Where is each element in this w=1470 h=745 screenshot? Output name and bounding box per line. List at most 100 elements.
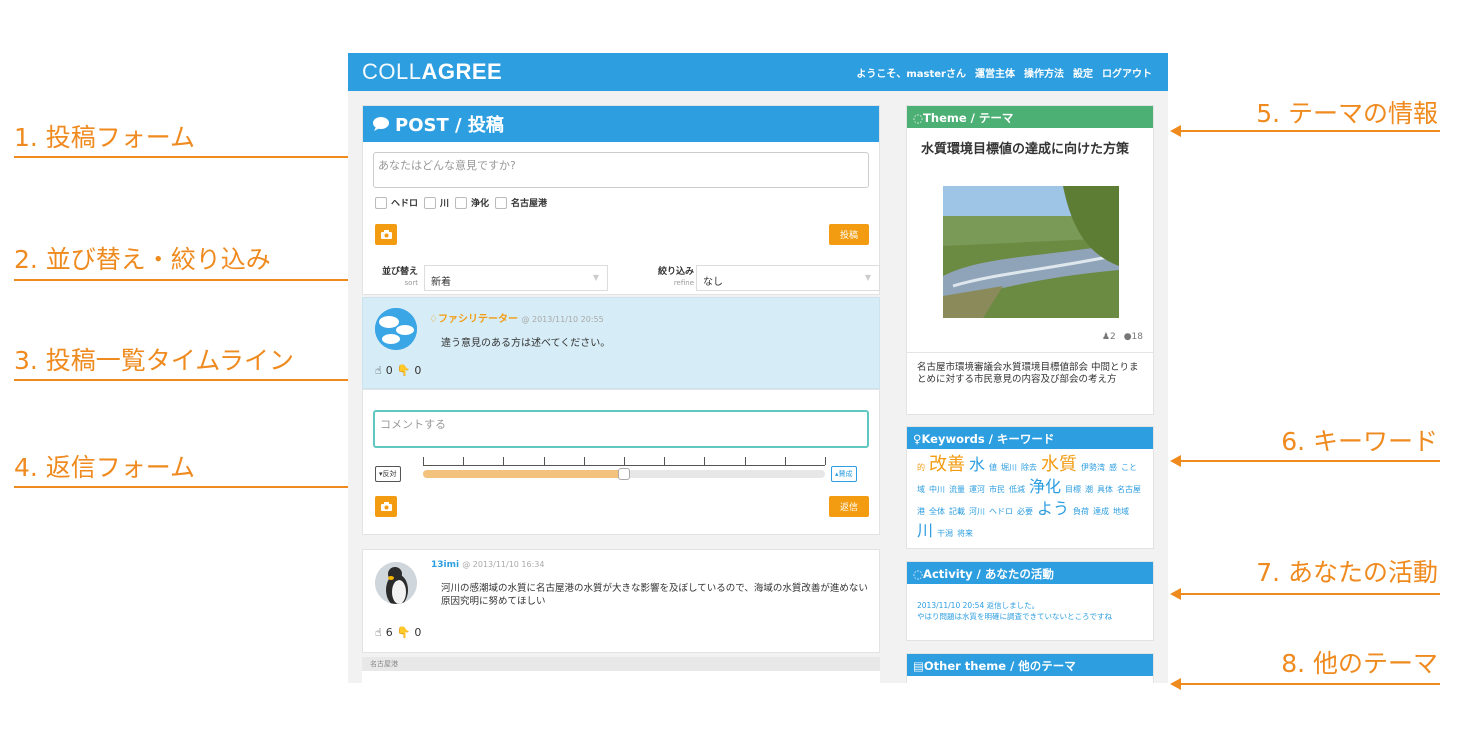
keyword[interactable]: 潮 (1085, 485, 1093, 494)
keyword[interactable]: よう (1037, 499, 1069, 518)
tag-kawa[interactable]: 川 (424, 196, 449, 209)
speech-bubble-icon (373, 117, 389, 131)
post-input[interactable]: あなたはどんな意見ですか? (373, 152, 869, 188)
post-author[interactable]: ♢ファシリテーター @ 2013/11/10 20:55 (429, 310, 604, 325)
refine-value: なし (703, 277, 723, 288)
avatar[interactable] (375, 308, 417, 350)
tag-nagoyako[interactable]: 名古屋港 (495, 196, 547, 209)
sort-value: 新着 (431, 277, 451, 288)
slider-tick (423, 457, 424, 465)
post-tag[interactable]: 名古屋港 (362, 657, 880, 671)
keyword[interactable]: 港 (917, 507, 925, 516)
arrow-left-icon (1170, 678, 1181, 690)
nav-howto[interactable]: 操作方法 (1024, 65, 1064, 80)
slider-tick (744, 457, 746, 465)
keyword[interactable]: 値 (989, 463, 997, 472)
keyword[interactable]: 堀川 (1001, 463, 1017, 472)
keyword[interactable]: 低減 (1009, 485, 1025, 494)
other-theme-heading: Other theme / 他のテーマ (923, 659, 1076, 673)
thumbs-up-icon[interactable]: ☝ (375, 364, 382, 377)
keyword[interactable]: こと (1121, 463, 1137, 472)
arrow-left-icon (1170, 455, 1181, 467)
agreement-slider[interactable] (423, 457, 826, 480)
annotation-label: 4. 返信フォーム (14, 453, 196, 482)
keyword[interactable]: 川 (917, 521, 933, 540)
keyword[interactable]: 干潟 (937, 529, 953, 538)
camera-button[interactable] (375, 224, 397, 245)
checkbox[interactable] (495, 196, 508, 209)
activity-time: 2013/11/10 20:54 返信しました。 (917, 601, 1040, 610)
keyword[interactable]: 感 (1109, 463, 1117, 472)
sort-select[interactable]: 新着 ▼ (424, 265, 608, 291)
keyword[interactable]: 中川 (929, 485, 945, 494)
keyword[interactable]: 運河 (969, 485, 985, 494)
penguin-avatar-image (375, 562, 417, 604)
annotation-label: 7. あなたの活動 (1256, 558, 1438, 587)
keyword[interactable]: 水質 (1041, 454, 1077, 475)
keyword[interactable]: 水 (969, 455, 985, 474)
annotation-label: 3. 投稿一覧タイムライン (14, 346, 295, 375)
keyword[interactable]: 地域 (1113, 507, 1129, 516)
keyword[interactable]: 将来 (957, 529, 973, 538)
keyword[interactable]: 伊勢湾 (1081, 463, 1105, 472)
keyword[interactable]: 除去 (1021, 463, 1037, 472)
agree-button[interactable]: ▴賛成 (831, 466, 857, 482)
thumbs-down-icon[interactable]: 👇 (397, 364, 411, 377)
keyword[interactable]: 的 (917, 463, 925, 472)
camera-button[interactable] (375, 496, 397, 517)
refine-select[interactable]: なし ▼ (696, 265, 880, 291)
keyword[interactable]: 目標 (1065, 485, 1081, 494)
keywords-header: ♀Keywords / キーワード (907, 427, 1153, 449)
timeline-post-user: 13imi @ 2013/11/10 16:34 河川の感潮域の水質に名古屋港の… (362, 549, 880, 653)
vote-counts: ☝ 0 👇 0 (375, 364, 421, 377)
slider-thumb[interactable] (618, 468, 630, 480)
keyword[interactable]: 必要 (1017, 507, 1033, 516)
post-submit-button[interactable]: 投稿 (829, 224, 869, 245)
avatar[interactable] (375, 562, 417, 604)
activity-entry[interactable]: 2013/11/10 20:54 返信しました。 やはり問題は水質を明確に調査で… (917, 600, 1147, 622)
like-count: 6 (385, 626, 393, 639)
brand-light-text: COLL (362, 59, 422, 84)
keyword[interactable]: 流量 (949, 485, 965, 494)
slider-tick (543, 457, 545, 465)
comments-stat: ●18 (1124, 332, 1143, 342)
tag-jouka[interactable]: 浄化 (455, 196, 489, 209)
nav-settings[interactable]: 設定 (1073, 65, 1093, 80)
slider-tick (825, 457, 826, 465)
oppose-button[interactable]: ▾反対 (375, 466, 401, 482)
keyword-cloud: 的改善水値堀川 除去 水質 伊勢湾感こと域 中川 流量 運河 市民 低減 浄化 目標潮具体 名古屋港全… (917, 455, 1149, 543)
nav-operator[interactable]: 運営主体 (975, 65, 1015, 80)
keyword[interactable]: 具体 (1097, 485, 1113, 494)
reply-input[interactable]: コメントする (373, 410, 869, 448)
keyword[interactable]: 記載 (949, 507, 965, 516)
thumbs-up-icon[interactable]: ☝ (375, 626, 382, 639)
keyword[interactable]: 改善 (929, 454, 965, 475)
nav-logout[interactable]: ログアウト (1102, 65, 1152, 80)
author-name: 13imi (431, 560, 460, 570)
keyword[interactable]: 河川 (969, 507, 985, 516)
keyword[interactable]: 名古屋 (1117, 485, 1141, 494)
keywords-heading: Keywords / キーワード (921, 432, 1055, 446)
keyword[interactable]: ヘドロ (989, 507, 1013, 516)
reply-submit-button[interactable]: 返信 (829, 496, 869, 517)
tag-hedoro[interactable]: ヘドロ (375, 196, 418, 209)
keyword[interactable]: 達成 (1093, 507, 1109, 516)
timeline-post-facilitator: ♢ファシリテーター @ 2013/11/10 20:55 違う意見のある方は述べ… (362, 297, 880, 389)
keyword[interactable]: 市民 (989, 485, 1005, 494)
theme-title[interactable]: 水質環境目標値の達成に向けた方策 (921, 142, 1141, 157)
reply-form: コメントする ▾反対 ▴賛成 返信 (362, 389, 880, 535)
keyword[interactable]: 全体 (929, 507, 945, 516)
theme-river-image[interactable] (943, 186, 1119, 318)
brand-logo[interactable]: COLLAGREE (362, 59, 502, 85)
keyword[interactable]: 負荷 (1073, 507, 1089, 516)
checkbox[interactable] (375, 196, 387, 209)
checkbox[interactable] (455, 196, 468, 209)
post-author[interactable]: 13imi @ 2013/11/10 16:34 (431, 560, 544, 570)
arrow-left-icon (1170, 125, 1181, 137)
thumbs-down-icon[interactable]: 👇 (397, 626, 411, 639)
tag-label: 浄化 (471, 199, 490, 209)
nav-welcome[interactable]: ようこそ、masterさん (856, 65, 966, 80)
checkbox[interactable] (424, 196, 437, 209)
keyword[interactable]: 浄化 (1029, 477, 1061, 496)
keyword[interactable]: 域 (917, 485, 925, 494)
